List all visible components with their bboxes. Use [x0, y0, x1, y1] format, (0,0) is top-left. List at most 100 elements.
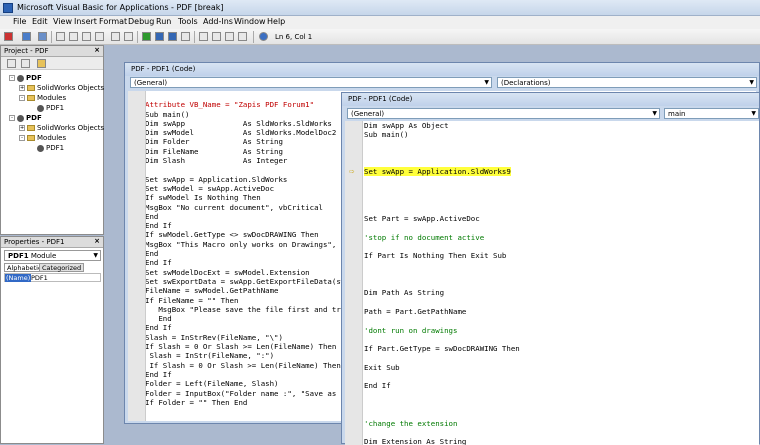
code-editor-front[interactable]: ⇨ Dim swApp As Object Sub main() Set swApp…: [345, 121, 759, 445]
code-line[interactable]: [364, 223, 759, 232]
code-line[interactable]: [364, 186, 759, 195]
object-select[interactable]: PDF1 Module ▼: [4, 250, 101, 261]
menu-bar: File Edit View Insert Format Debug Run T…: [0, 16, 760, 29]
procedure-combo[interactable]: (Declarations) ▼: [497, 77, 757, 88]
menu-insert[interactable]: Insert: [74, 17, 97, 26]
properties-window-icon[interactable]: [212, 32, 221, 41]
collapse-icon[interactable]: -: [19, 95, 25, 101]
tree-item-modules[interactable]: - Modules: [19, 94, 66, 102]
code-line-text: 'change the extension: [364, 418, 458, 428]
object-combo[interactable]: (General) ▼: [130, 77, 492, 88]
procedure-combo[interactable]: main ▼: [664, 108, 759, 119]
collapse-icon[interactable]: -: [19, 135, 25, 141]
code-line[interactable]: If Part Is Nothing Then Exit Sub: [364, 251, 759, 260]
menu-add-ins[interactable]: Add-Ins: [203, 17, 233, 26]
code-line[interactable]: [364, 260, 759, 269]
property-row[interactable]: (Name) PDF1: [4, 273, 101, 282]
copy-icon[interactable]: [69, 32, 78, 41]
object-browser-icon[interactable]: [225, 32, 234, 41]
close-icon[interactable]: ×: [94, 46, 100, 54]
menu-help[interactable]: Help: [267, 17, 285, 26]
reset-icon[interactable]: [168, 32, 177, 41]
folder-icon: [27, 85, 35, 91]
menu-edit[interactable]: Edit: [32, 17, 48, 26]
code-line[interactable]: [364, 316, 759, 325]
menu-format[interactable]: Format: [99, 17, 127, 26]
cut-icon[interactable]: [56, 32, 65, 41]
redo-icon[interactable]: [124, 32, 133, 41]
code-line[interactable]: End If: [364, 381, 759, 390]
expand-icon[interactable]: +: [19, 85, 25, 91]
close-icon[interactable]: ×: [94, 237, 100, 245]
code-line[interactable]: Path = Part.GetPathName: [364, 307, 759, 316]
menu-run[interactable]: Run: [156, 17, 171, 26]
code-line[interactable]: [364, 372, 759, 381]
code-line[interactable]: [364, 242, 759, 251]
tree-item-pdf1[interactable]: PDF1: [37, 144, 64, 152]
tree-item-solidworks-objects[interactable]: + SolidWorks Objects: [19, 124, 104, 132]
break-icon[interactable]: [155, 32, 164, 41]
run-icon[interactable]: [142, 32, 151, 41]
code-line-text: Set swApp = Application.SldWorks9: [364, 167, 511, 177]
menu-file[interactable]: File: [13, 17, 26, 26]
tree-item-pdf1[interactable]: PDF1: [37, 104, 64, 112]
tree-item-solidworks-objects[interactable]: + SolidWorks Objects: [19, 84, 104, 92]
code-line[interactable]: Exit Sub: [364, 363, 759, 372]
collapse-icon[interactable]: -: [9, 75, 15, 81]
code-line[interactable]: [364, 391, 759, 400]
code-line-text: Set swExportData = swApp.GetExportFileDa…: [145, 276, 346, 286]
code-line[interactable]: [364, 158, 759, 167]
collapse-icon[interactable]: -: [9, 115, 15, 121]
view-code-icon[interactable]: [7, 59, 16, 68]
tree-item-pdf[interactable]: - PDF: [9, 74, 42, 82]
menu-window[interactable]: Window: [234, 17, 266, 26]
tab-categorized[interactable]: Categorized: [39, 263, 85, 272]
code-line[interactable]: [364, 140, 759, 149]
help-icon[interactable]: [259, 32, 268, 41]
code-line-text: If swModel Is Nothing Then: [145, 193, 261, 203]
toggle-folders-icon[interactable]: [37, 59, 46, 68]
toolbox-icon[interactable]: [238, 32, 247, 41]
code-line[interactable]: Set Part = swApp.ActiveDoc: [364, 214, 759, 223]
expand-icon[interactable]: +: [19, 125, 25, 131]
margin-indicator-bar[interactable]: [128, 91, 146, 421]
code-line[interactable]: [364, 353, 759, 362]
view-object-icon[interactable]: [21, 59, 30, 68]
code-line[interactable]: [364, 270, 759, 279]
tree-item-pdf[interactable]: - PDF: [9, 114, 42, 122]
code-line[interactable]: [364, 195, 759, 204]
save-icon[interactable]: [38, 32, 47, 41]
menu-view[interactable]: View: [53, 17, 72, 26]
project-explorer-icon[interactable]: [199, 32, 208, 41]
code-line[interactable]: [364, 428, 759, 437]
code-line[interactable]: [364, 279, 759, 288]
code-line[interactable]: Dim swApp As Object: [364, 121, 759, 130]
code-line[interactable]: 'change the extension: [364, 419, 759, 428]
design-mode-icon[interactable]: [181, 32, 190, 41]
menu-tools[interactable]: Tools: [178, 17, 198, 26]
code-line[interactable]: If Part.GetType = swDocDRAWING Then: [364, 344, 759, 353]
code-line[interactable]: Sub main(): [364, 130, 759, 139]
menu-debug[interactable]: Debug: [128, 17, 154, 26]
code-line[interactable]: 'dont run on drawings: [364, 326, 759, 335]
paste-icon[interactable]: [82, 32, 91, 41]
code-line-text: Slash = InStrRev(FileName, "\"): [145, 332, 283, 342]
code-line[interactable]: [364, 205, 759, 214]
object-combo[interactable]: (General) ▼: [347, 108, 660, 119]
code-line[interactable]: Dim Path As String: [364, 288, 759, 297]
code-line[interactable]: 'stop if no document active: [364, 233, 759, 242]
find-icon[interactable]: [95, 32, 104, 41]
code-line[interactable]: [364, 177, 759, 186]
code-line-text: If Part Is Nothing Then Exit Sub: [364, 251, 507, 261]
code-line[interactable]: [364, 149, 759, 158]
code-line[interactable]: [364, 298, 759, 307]
code-line[interactable]: Set swApp = Application.SldWorks9: [364, 167, 759, 177]
code-line[interactable]: [364, 400, 759, 409]
tree-item-modules[interactable]: - Modules: [19, 134, 66, 142]
code-line[interactable]: [364, 335, 759, 344]
code-line-text: MsgBox "No current document", vbCritical: [145, 202, 323, 212]
app-icon[interactable]: [4, 32, 13, 41]
code-line[interactable]: [364, 409, 759, 418]
insert-module-icon[interactable]: [22, 32, 31, 41]
undo-icon[interactable]: [111, 32, 120, 41]
